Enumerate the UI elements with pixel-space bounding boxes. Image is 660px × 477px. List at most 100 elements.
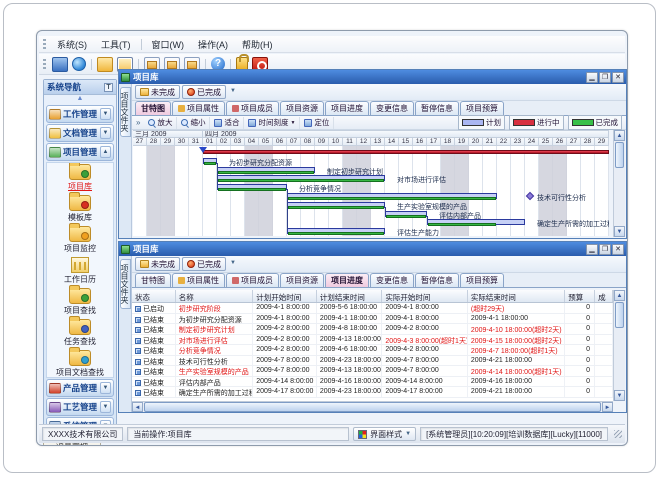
scroll-thumb[interactable] bbox=[615, 142, 624, 168]
menu-item-3[interactable]: 操作(A) bbox=[191, 36, 235, 53]
gantt-tool-0[interactable]: 放大 bbox=[144, 117, 177, 129]
sidebar-item-2[interactable]: 项目监控 bbox=[47, 225, 113, 256]
cell: (超时29天) bbox=[468, 303, 565, 313]
scroll-left-button[interactable]: ◄ bbox=[132, 402, 143, 412]
group-dropdown-button[interactable]: ▲ bbox=[100, 146, 111, 158]
summary-bar[interactable] bbox=[203, 150, 609, 154]
gantt-tab-5[interactable]: 变更信息 bbox=[370, 101, 414, 115]
table-row[interactable]: 已结束生产实验室规模的产品2009-4-7 8:00:002009-4-13 1… bbox=[132, 366, 613, 377]
scroll-thumb[interactable] bbox=[144, 402, 601, 412]
monitor-icon[interactable] bbox=[52, 57, 68, 72]
table-tab-3[interactable]: 项目资源 bbox=[280, 273, 324, 287]
column-header-1[interactable]: 名称 bbox=[176, 290, 254, 302]
sidebar-item-1[interactable]: 模板库 bbox=[47, 194, 113, 225]
pin-icon[interactable]: T bbox=[104, 83, 113, 92]
restore-button[interactable]: ❐ bbox=[599, 72, 611, 83]
table-horizontal-scrollbar[interactable]: ◄ ► bbox=[132, 401, 613, 412]
table-row[interactable]: 已结束技术可行性分析2009-4-7 8:00:002009-4-23 18:0… bbox=[132, 356, 613, 367]
sidebar-group-top-2[interactable]: 项目管理▲ bbox=[46, 143, 114, 161]
table-tab-5[interactable]: 变更信息 bbox=[370, 273, 414, 287]
globe-icon[interactable] bbox=[72, 57, 86, 71]
resize-grip[interactable] bbox=[614, 430, 622, 438]
current-folder-vertical-tab[interactable]: 项目文件夹 bbox=[120, 87, 131, 137]
table-window-titlebar[interactable]: 项目库 ▁ ❐ ✕ bbox=[119, 242, 626, 256]
sidebar-item-4[interactable]: 项目查找 bbox=[47, 287, 113, 318]
sidebar-collapse-button[interactable]: ▲ bbox=[44, 95, 116, 104]
ui-style-button[interactable]: 界面样式 ▼ bbox=[353, 427, 416, 441]
column-header-5[interactable]: 实际结束时间 bbox=[468, 290, 565, 302]
table-filter-finished[interactable]: 已完成 bbox=[182, 257, 226, 271]
table-row[interactable]: 已结束确定生产所需的加工过程2009-4-17 8:00:002009-4-23… bbox=[132, 387, 613, 398]
column-header-2[interactable]: 计划开始时间 bbox=[253, 290, 317, 302]
group-dropdown-button[interactable]: ▼ bbox=[100, 127, 111, 139]
sidebar-item-0[interactable]: 项目库 bbox=[47, 163, 113, 194]
gantt-tab-1[interactable]: 项目属性 bbox=[172, 101, 225, 115]
close-button[interactable]: ✕ bbox=[612, 72, 624, 83]
sidebar-item-5[interactable]: 任务查找 bbox=[47, 318, 113, 349]
table-row[interactable]: 已启动初步研究阶段2009-4-1 8:00:002009-5-6 18:00:… bbox=[132, 303, 613, 314]
table-row[interactable]: 已结束评估内部产品2009-4-14 8:00:002009-4-16 18:0… bbox=[132, 377, 613, 388]
table-row[interactable]: 已结束为初步研究分配资源2009-4-1 8:00:002009-4-1 18:… bbox=[132, 314, 613, 325]
group-dropdown-button[interactable]: ▼ bbox=[100, 108, 111, 120]
gantt-tab-7[interactable]: 项目预算 bbox=[460, 101, 504, 115]
column-header-6[interactable]: 预算 bbox=[565, 290, 595, 302]
group-dropdown-button[interactable]: ▼ bbox=[100, 401, 111, 413]
toolbar-overflow-chevron[interactable]: » bbox=[132, 118, 144, 127]
gantt-tool-3[interactable]: 时间刻度▼ bbox=[244, 117, 300, 129]
table-row[interactable]: 已结束分析竞争情况2009-4-2 8:00:002009-4-6 18:00:… bbox=[132, 345, 613, 356]
scroll-up-button[interactable]: ▲ bbox=[614, 290, 625, 301]
column-header-3[interactable]: 计划结束时间 bbox=[317, 290, 383, 302]
gantt-window-titlebar[interactable]: 项目库 ▁ ❐ ✕ bbox=[119, 70, 626, 84]
table-row[interactable]: 已结束制定初步研究计划2009-4-2 8:00:002009-4-8 18:0… bbox=[132, 324, 613, 335]
gantt-tab-0[interactable]: 甘特图 bbox=[135, 101, 171, 115]
restore-button[interactable]: ❐ bbox=[599, 244, 611, 255]
gantt-filter-finished[interactable]: 已完成 bbox=[182, 85, 226, 99]
gantt-tool-2[interactable]: 适合 bbox=[210, 117, 244, 129]
table-row[interactable]: 已结束对市场进行评估2009-4-2 8:00:002009-4-13 18:0… bbox=[132, 335, 613, 346]
sidebar-group-top-0[interactable]: 工作管理▼ bbox=[46, 105, 114, 123]
table-tab-7[interactable]: 项目预算 bbox=[460, 273, 504, 287]
scroll-up-button[interactable]: ▲ bbox=[614, 130, 625, 141]
minimize-button[interactable]: ▁ bbox=[586, 72, 598, 83]
timeline-day: 14 bbox=[385, 138, 399, 146]
gantt-chart-area[interactable]: 为初步研究分配资源制定初步研究计划对市场进行评估分析竞争情况技术可行性分析生产实… bbox=[133, 146, 609, 236]
table-tab-2[interactable]: 项目成员 bbox=[226, 273, 279, 287]
scroll-thumb[interactable] bbox=[615, 302, 624, 328]
gantt-tab-4[interactable]: 项目进度 bbox=[325, 101, 369, 115]
table-filter-unfinished[interactable]: 未完成 bbox=[135, 257, 180, 271]
column-header-0[interactable]: 状态 bbox=[132, 290, 176, 302]
menu-item-2[interactable]: 窗口(W) bbox=[145, 36, 192, 53]
table-tab-1[interactable]: 项目属性 bbox=[172, 273, 225, 287]
minimize-button[interactable]: ▁ bbox=[586, 244, 598, 255]
scroll-right-button[interactable]: ► bbox=[602, 402, 613, 412]
scroll-down-button[interactable]: ▼ bbox=[614, 390, 625, 401]
current-folder-vertical-tab[interactable]: 项目文件夹 bbox=[120, 259, 131, 309]
sidebar-item-6[interactable]: 项目文档查找 bbox=[47, 349, 113, 378]
column-header-7[interactable]: 成 bbox=[595, 290, 613, 302]
gantt-tab-3[interactable]: 项目资源 bbox=[280, 101, 324, 115]
sidebar-group-bottom-1[interactable]: 工艺管理▼ bbox=[46, 398, 114, 416]
group-dropdown-button[interactable]: ▼ bbox=[100, 382, 111, 394]
scroll-down-button[interactable]: ▼ bbox=[614, 226, 625, 237]
table-vertical-scrollbar[interactable]: ▲ ▼ bbox=[613, 290, 625, 401]
gantt-tool-1[interactable]: 缩小 bbox=[177, 117, 210, 129]
close-button[interactable]: ✕ bbox=[612, 244, 624, 255]
column-header-4[interactable]: 实际开始时间 bbox=[382, 290, 467, 302]
gantt-filter-more-button[interactable]: ▼ bbox=[228, 85, 238, 99]
gantt-tab-6[interactable]: 暂停信息 bbox=[415, 101, 459, 115]
table-tab-0[interactable]: 甘特图 bbox=[135, 273, 171, 287]
gantt-filter-unfinished[interactable]: 未完成 bbox=[135, 85, 180, 99]
sidebar-group-top-1[interactable]: 文档管理▼ bbox=[46, 124, 114, 142]
menu-item-1[interactable]: 工具(T) bbox=[94, 36, 138, 53]
folder-closed-icon[interactable] bbox=[97, 57, 113, 72]
table-filter-more-button[interactable]: ▼ bbox=[228, 257, 238, 271]
gantt-vertical-scrollbar[interactable]: ▲ ▼ bbox=[613, 130, 625, 237]
sidebar-group-bottom-0[interactable]: 产品管理▼ bbox=[46, 379, 114, 397]
menu-item-0[interactable]: 系统(S) bbox=[50, 36, 94, 53]
table-tab-6[interactable]: 暂停信息 bbox=[415, 273, 459, 287]
gantt-tool-4[interactable]: 定位 bbox=[300, 117, 334, 129]
gantt-tab-2[interactable]: 项目成员 bbox=[226, 101, 279, 115]
table-tab-4[interactable]: 项目进度 bbox=[325, 273, 369, 287]
sidebar-item-3[interactable]: 工作日历 bbox=[47, 256, 113, 287]
menu-item-4[interactable]: 帮助(H) bbox=[235, 36, 280, 53]
